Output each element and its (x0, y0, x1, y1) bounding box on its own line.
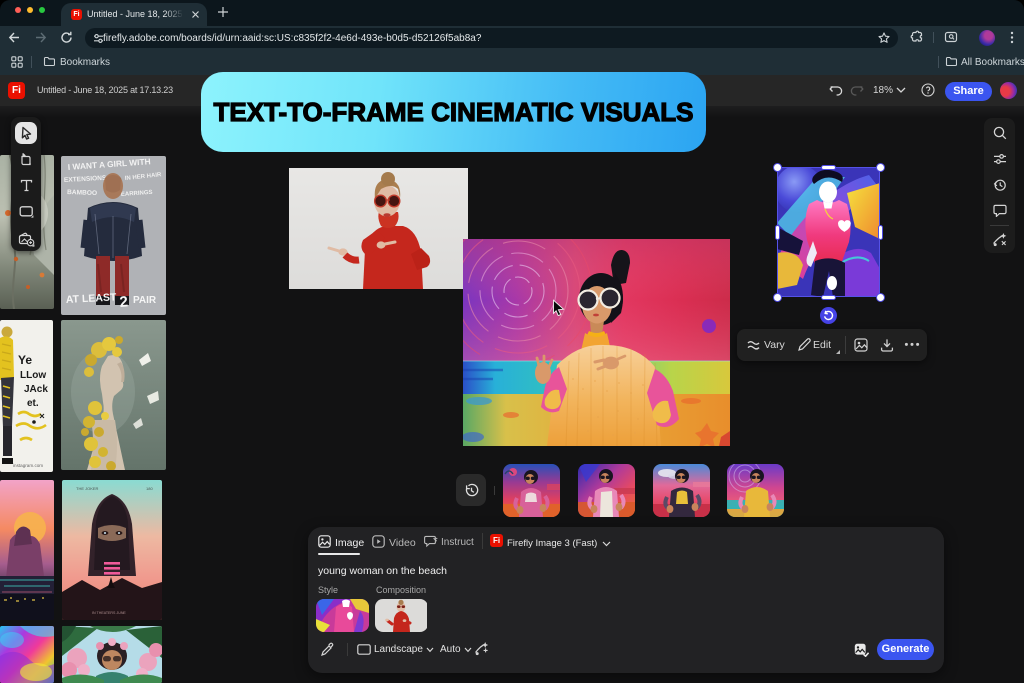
svg-text:JAck: JAck (24, 384, 48, 395)
svg-text:THE JOKER: THE JOKER (76, 486, 99, 491)
svg-text:LLow: LLow (20, 370, 46, 381)
svg-text:instagram.com: instagram.com (13, 463, 43, 468)
svg-text:et.: et. (27, 398, 39, 409)
svg-text:PAIR: PAIR (133, 295, 157, 306)
svg-text:IN THEATERS JUNE: IN THEATERS JUNE (92, 611, 126, 615)
svg-text:Ye: Ye (18, 353, 32, 367)
svg-text:2: 2 (119, 293, 129, 311)
svg-text:BAMBOO: BAMBOO (67, 189, 97, 197)
svg-text:180: 180 (146, 486, 153, 491)
